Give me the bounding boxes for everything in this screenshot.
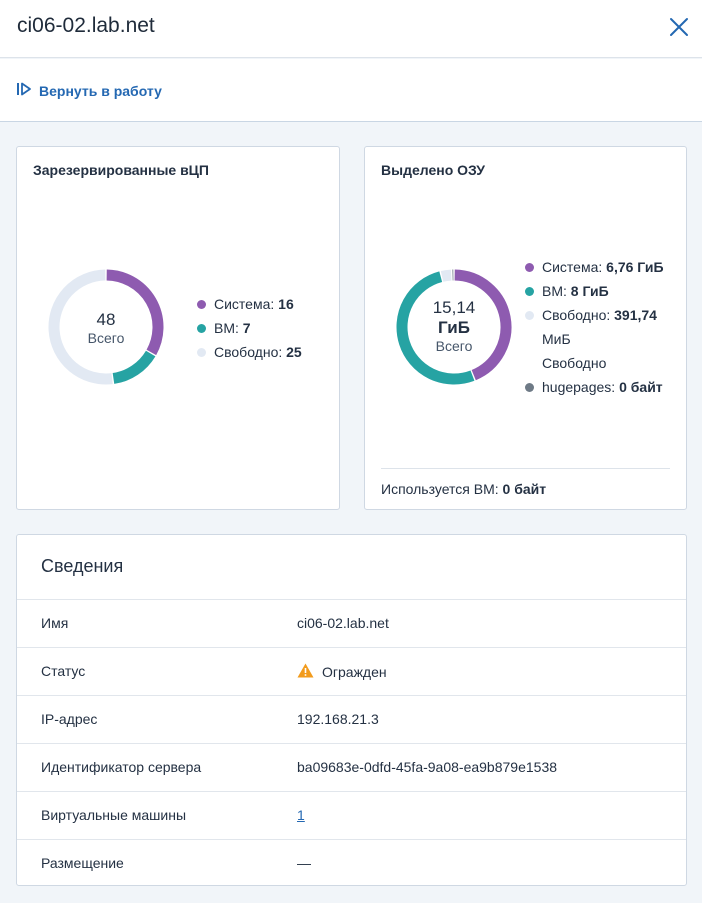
- legend-label: Система:: [214, 296, 275, 312]
- used-by-vm-label: Используется ВМ:: [381, 481, 499, 497]
- detail-value: 1: [297, 807, 305, 823]
- warning-icon: [297, 663, 314, 681]
- legend-dot: [525, 383, 534, 392]
- legend-value: 8 ГиБ: [570, 283, 609, 299]
- detail-value-text: 192.168.21.3: [297, 711, 379, 727]
- detail-value: Огражден: [297, 663, 387, 681]
- legend-value: 7: [242, 320, 251, 336]
- legend-dot: [525, 311, 534, 320]
- legend-value: 16: [278, 296, 294, 312]
- detail-row-name: Имя ci06-02.lab.net: [17, 599, 686, 647]
- details-card: Сведения Имя ci06-02.lab.net Статус Огра…: [16, 534, 687, 886]
- legend-dot: [525, 287, 534, 296]
- legend-label: ВМ:: [542, 283, 567, 299]
- toolbar: Вернуть в работу: [0, 59, 702, 122]
- divider: [381, 468, 670, 469]
- cpu-card: Зарезервированные вЦП 48 Всего Система: …: [16, 146, 340, 510]
- detail-row-ip: IP-адрес 192.168.21.3: [17, 695, 686, 743]
- legend-item-system: Система: 16: [197, 292, 302, 316]
- detail-label: Имя: [41, 615, 69, 631]
- vm-count-link[interactable]: 1: [297, 807, 305, 823]
- cpu-total-value: 48: [96, 310, 116, 329]
- resume-button[interactable]: Вернуть в работу: [16, 81, 162, 100]
- legend-dot: [197, 324, 206, 333]
- legend-value-unit: МиБ: [542, 331, 571, 347]
- ram-total: 15,14 ГиБ Всего: [394, 298, 514, 354]
- legend-label: hugepages:: [542, 379, 616, 395]
- ram-total-label: Всего: [435, 338, 473, 354]
- cpu-card-title: Зарезервированные вЦП: [33, 162, 209, 178]
- used-by-vm-value: 0 байт: [502, 481, 547, 497]
- detail-row-vms: Виртуальные машины 1: [17, 791, 686, 839]
- cpu-legend: Система: 16 ВМ: 7 Свободно: 25: [197, 292, 302, 364]
- detail-value: ci06-02.lab.net: [297, 615, 389, 631]
- detail-row-server-id: Идентификатор сервера ba09683e-0dfd-45fa…: [17, 743, 686, 791]
- detail-row-status: Статус Огражден: [17, 647, 686, 695]
- legend-item-system: Система: 6,76 ГиБ: [525, 255, 664, 279]
- close-icon[interactable]: [668, 16, 690, 38]
- detail-value: ba09683e-0dfd-45fa-9a08-ea9b879e1538: [297, 759, 557, 775]
- detail-label: Виртуальные машины: [41, 807, 187, 823]
- legend-label: Свободно:: [214, 344, 283, 360]
- legend-dot: [525, 263, 534, 272]
- detail-label: Идентификатор сервера: [41, 759, 202, 775]
- ram-card: Выделено ОЗУ 15,14 ГиБ Всего Система: 6,…: [364, 146, 687, 510]
- legend-item-vm: ВМ: 8 ГиБ: [525, 279, 664, 303]
- legend-value: 0 байт: [619, 379, 663, 395]
- page-title: ci06-02.lab.net: [17, 14, 155, 37]
- legend-item-free: Свободно: 25: [197, 340, 302, 364]
- status-value: Огражден: [322, 664, 387, 680]
- legend-item-free: Свободно: 391,74 МиБ: [525, 303, 664, 351]
- ram-legend: Система: 6,76 ГиБ ВМ: 8 ГиБ Свободно: 39…: [525, 255, 664, 399]
- legend-item-vm: ВМ: 7: [197, 316, 302, 340]
- legend-dot: [197, 300, 206, 309]
- donut-segment-1: [112, 350, 156, 384]
- ram-total-unit: ГиБ: [438, 318, 470, 337]
- legend-label: Система:: [542, 259, 603, 275]
- detail-label: IP-адрес: [41, 711, 98, 727]
- detail-label: Размещение: [41, 855, 124, 871]
- detail-value-text: ci06-02.lab.net: [297, 615, 389, 631]
- panel-header: ci06-02.lab.net: [0, 0, 702, 58]
- legend-dot: [197, 348, 206, 357]
- cpu-total-label: Всего: [87, 330, 125, 346]
- cpu-total: 48 Всего: [46, 310, 166, 346]
- detail-value: —: [297, 855, 311, 871]
- used-by-vm: Используется ВМ: 0 байт: [381, 481, 546, 497]
- detail-value-text: —: [297, 855, 311, 871]
- resume-icon: [16, 81, 32, 100]
- donut-segment-2: [440, 269, 452, 282]
- detail-value-text: ba09683e-0dfd-45fa-9a08-ea9b879e1538: [297, 759, 558, 775]
- details-title: Сведения: [41, 556, 124, 576]
- legend-value: 6,76 ГиБ: [606, 259, 664, 275]
- legend-label: ВМ:: [214, 320, 239, 336]
- legend-value: 25: [286, 344, 302, 360]
- resume-label: Вернуть в работу: [39, 82, 162, 99]
- detail-value: 192.168.21.3: [297, 711, 379, 727]
- legend-item-hugepages: Свободно hugepages: 0 байт: [525, 351, 664, 399]
- detail-label: Статус: [41, 663, 86, 679]
- detail-row-placement: Размещение —: [17, 839, 686, 887]
- ram-card-title: Выделено ОЗУ: [381, 162, 485, 178]
- legend-label: Свободно:: [542, 307, 611, 323]
- legend-label: Свободно: [542, 355, 607, 371]
- legend-value: 391,74: [614, 307, 657, 323]
- ram-total-value: 15,14: [432, 298, 476, 317]
